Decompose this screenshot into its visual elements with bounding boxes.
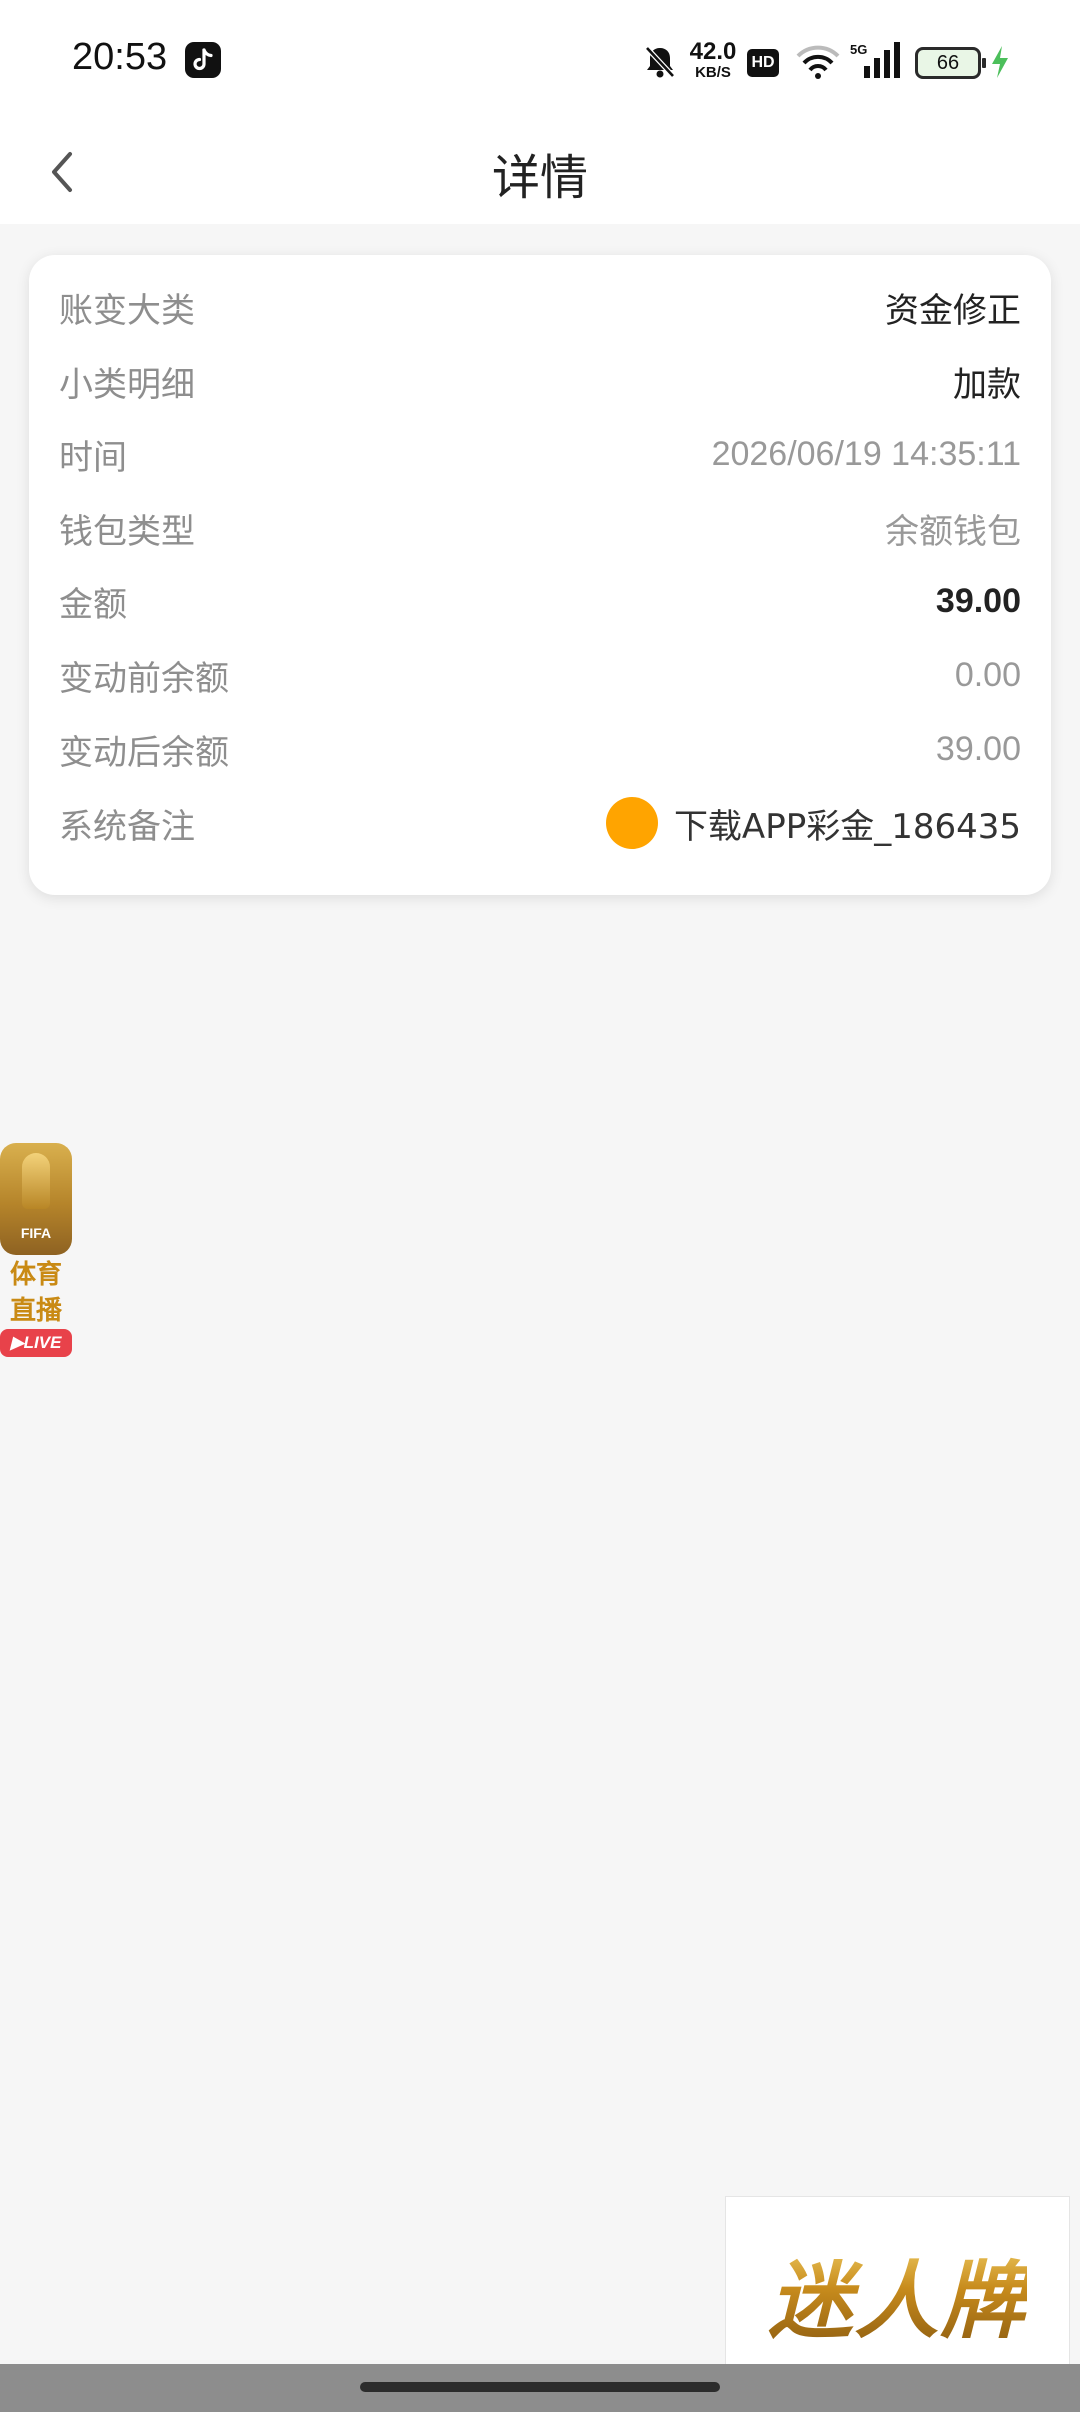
detail-row-balance-after: 变动后余额 39.00 — [59, 719, 1021, 779]
row-value: 39.00 — [935, 581, 1021, 620]
live-label-line2: 直播 — [9, 1296, 62, 1326]
row-value: 资金修正 — [885, 290, 1021, 331]
nav-bar: 详情 — [0, 118, 1080, 224]
status-bar: 20:53 42.0 KB/S HD 5G 66 — [0, 0, 1080, 118]
svg-text:5G: 5G — [850, 42, 867, 57]
detail-row-time: 时间 2026/06/19 14:35:11 — [59, 424, 1021, 484]
status-time: 20:53 — [72, 36, 168, 78]
row-value: 2026/06/19 14:35:11 — [711, 434, 1021, 473]
live-label-line1: 体育 — [9, 1260, 62, 1290]
row-label: 变动后余额 — [59, 732, 229, 773]
row-label: 账变大类 — [59, 290, 195, 331]
hd-badge: HD — [747, 49, 779, 77]
row-label: 时间 — [59, 437, 127, 478]
row-value: 39.00 — [935, 729, 1021, 768]
detail-row-amount: 金额 39.00 — [59, 571, 1021, 631]
charging-bolt-icon — [988, 44, 1012, 84]
mute-icon — [643, 44, 677, 84]
signal-5g-icon: 5G — [850, 42, 902, 84]
orange-dot-icon — [605, 797, 658, 849]
row-value: 0.00 — [954, 655, 1021, 694]
row-value: 余额钱包 — [885, 511, 1021, 552]
row-label: 小类明细 — [59, 364, 195, 405]
battery-indicator: 66 — [915, 47, 986, 79]
page-title: 详情 — [491, 150, 588, 206]
fifa-label: FIFA — [20, 1225, 52, 1241]
live-pill: ▶LIVE — [0, 1329, 72, 1357]
play-icon: ▶ — [10, 1333, 24, 1352]
home-indicator[interactable] — [360, 2382, 720, 2392]
trophy-icon: FIFA — [0, 1143, 72, 1255]
net-speed: 42.0 KB/S — [689, 38, 737, 81]
detail-row-remark: 系统备注 下载APP彩金_186435 — [59, 793, 1021, 853]
tiktok-icon — [185, 42, 221, 78]
row-label: 系统备注 — [59, 806, 195, 847]
brand-logo-text: 迷人牌 — [768, 2234, 1026, 2355]
row-value: 下载APP彩金_186435 — [673, 806, 1021, 847]
detail-row-category: 账变大类 资金修正 — [59, 277, 1021, 337]
remark-value: 下载APP彩金_186435 — [605, 797, 1021, 849]
row-value: 加款 — [953, 364, 1021, 405]
detail-card: 账变大类 资金修正 小类明细 加款 时间 2026/06/19 14:35:11… — [29, 255, 1051, 895]
detail-row-balance-before: 变动前余额 0.00 — [59, 645, 1021, 705]
sports-live-float-button[interactable]: FIFA 体育 直播 ▶LIVE — [0, 1143, 74, 1363]
row-label: 金额 — [59, 584, 127, 625]
row-label: 钱包类型 — [59, 511, 195, 552]
detail-row-subcategory: 小类明细 加款 — [59, 351, 1021, 411]
detail-row-wallet-type: 钱包类型 余额钱包 — [59, 498, 1021, 558]
row-label: 变动前余额 — [59, 658, 229, 699]
brand-ad-banner[interactable]: 迷人牌 — [725, 2196, 1070, 2392]
wifi-icon — [795, 44, 841, 84]
